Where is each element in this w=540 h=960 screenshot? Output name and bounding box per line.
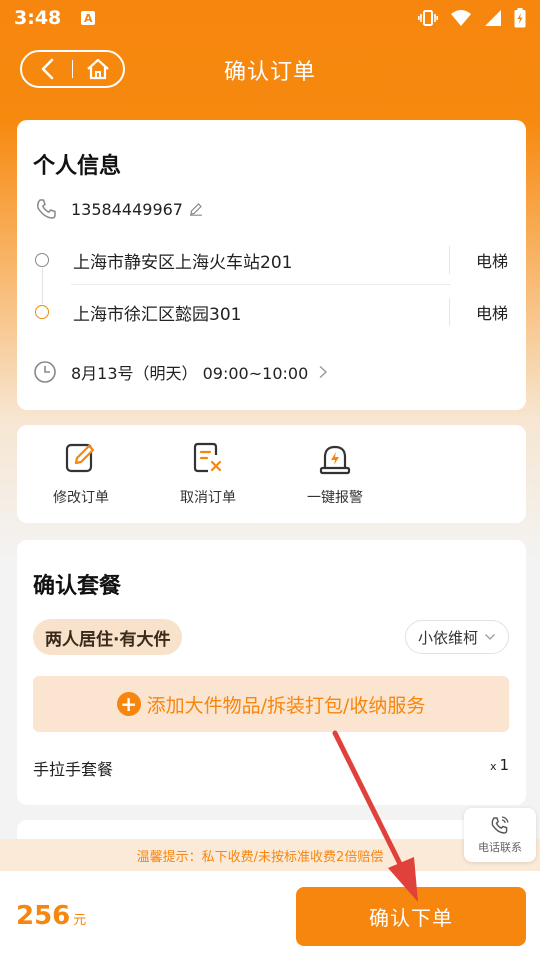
notification-a-icon: A xyxy=(81,11,96,25)
order-actions-card: 修改订单 取消订单 一键报警 xyxy=(17,425,526,523)
warning-tip: 温馨提示：私下收费/未按标准收费2倍赔偿 xyxy=(0,839,540,871)
personal-info-title-text: 个人信息 xyxy=(33,154,122,179)
alarm-label: 一键报警 xyxy=(307,490,363,506)
confirm-order-button[interactable]: 确认下单 xyxy=(296,887,526,946)
cancel-order-button[interactable]: 取消订单 xyxy=(163,441,253,507)
signal-icon xyxy=(485,10,501,26)
phone-row[interactable]: 13584449967 xyxy=(35,198,203,220)
alarm-icon xyxy=(319,445,351,475)
package-item-qty: x1 xyxy=(490,756,509,780)
destination-dot xyxy=(35,305,49,319)
modify-order-label: 修改订单 xyxy=(53,490,109,506)
checkout-bar: 256 元 确认下单 xyxy=(0,871,540,960)
personal-info-title: 个人信息 xyxy=(33,148,122,182)
address-divider xyxy=(448,298,450,326)
phone-call-icon xyxy=(491,816,509,834)
plus-icon: + xyxy=(116,692,141,716)
nav-bar: 确认订单 xyxy=(0,44,540,96)
modify-order-button[interactable]: 修改订单 xyxy=(36,441,126,507)
to-address: 上海市徐汇区懿园301 xyxy=(73,304,242,325)
phone-contact-button[interactable]: 电话联系 xyxy=(464,808,536,862)
chevron-down-icon xyxy=(485,634,495,640)
cancel-order-icon xyxy=(193,442,222,473)
add-service-label: 添加大件物品/拆装打包/收纳服务 xyxy=(146,694,426,717)
one-click-alarm-button[interactable]: 一键报警 xyxy=(290,441,380,507)
from-elevator-tag: 电梯 xyxy=(475,252,508,271)
to-address-row[interactable]: 上海市徐汇区懿园301 电梯 xyxy=(35,292,508,332)
moving-time: 8月13号（明天） 09:00~10:00 xyxy=(71,364,309,383)
personal-info-card: 个人信息 13584449967 上海市静安区上海火车站201 电梯 上海市徐汇… xyxy=(17,120,526,410)
status-bar: 3:48 A xyxy=(0,0,540,36)
chevron-right-icon xyxy=(319,365,328,379)
package-title-text: 确认套餐 xyxy=(33,574,122,599)
from-address: 上海市静安区上海火车站201 xyxy=(73,252,293,273)
page-title: 确认订单 xyxy=(223,60,316,85)
battery-charging-icon xyxy=(514,8,526,28)
package-title: 确认套餐 xyxy=(33,568,122,602)
phone-icon xyxy=(37,199,56,219)
package-badge[interactable]: 两人居住·有大件 xyxy=(33,619,183,655)
to-elevator-tag: 电梯 xyxy=(475,304,508,323)
status-time: 3:48 xyxy=(14,7,62,29)
price-value: 256 xyxy=(16,901,71,931)
vehicle-select[interactable]: 小依维柯 xyxy=(404,620,509,654)
vehicle-select-value: 小依维柯 xyxy=(417,628,478,647)
qty-prefix: x xyxy=(489,760,497,773)
address-separator xyxy=(71,284,451,285)
package-item-name: 手拉手套餐 xyxy=(33,760,114,779)
edit-order-icon xyxy=(65,443,95,473)
clock-icon xyxy=(34,361,56,383)
total-price: 256 元 xyxy=(16,901,86,931)
cancel-order-label: 取消订单 xyxy=(180,490,236,506)
edit-pencil-icon[interactable] xyxy=(189,202,203,216)
origin-dot xyxy=(35,253,49,267)
moving-time-row[interactable]: 8月13号（明天） 09:00~10:00 xyxy=(33,360,328,384)
vibrate-icon xyxy=(418,10,438,26)
address-divider xyxy=(448,246,450,274)
price-unit: 元 xyxy=(73,913,87,928)
qty-value: 1 xyxy=(499,756,509,774)
phone-number: 13584449967 xyxy=(71,199,183,219)
wifi-icon xyxy=(451,10,471,26)
package-item-row: 手拉手套餐 x1 xyxy=(33,756,509,780)
add-service-button[interactable]: + 添加大件物品/拆装打包/收纳服务 xyxy=(33,676,509,732)
package-card: 确认套餐 两人居住·有大件 小依维柯 + 添加大件物品/拆装打包/收纳服务 手拉… xyxy=(17,540,526,805)
phone-contact-label: 电话联系 xyxy=(478,841,522,854)
from-address-row[interactable]: 上海市静安区上海火车站201 电梯 xyxy=(35,240,508,280)
